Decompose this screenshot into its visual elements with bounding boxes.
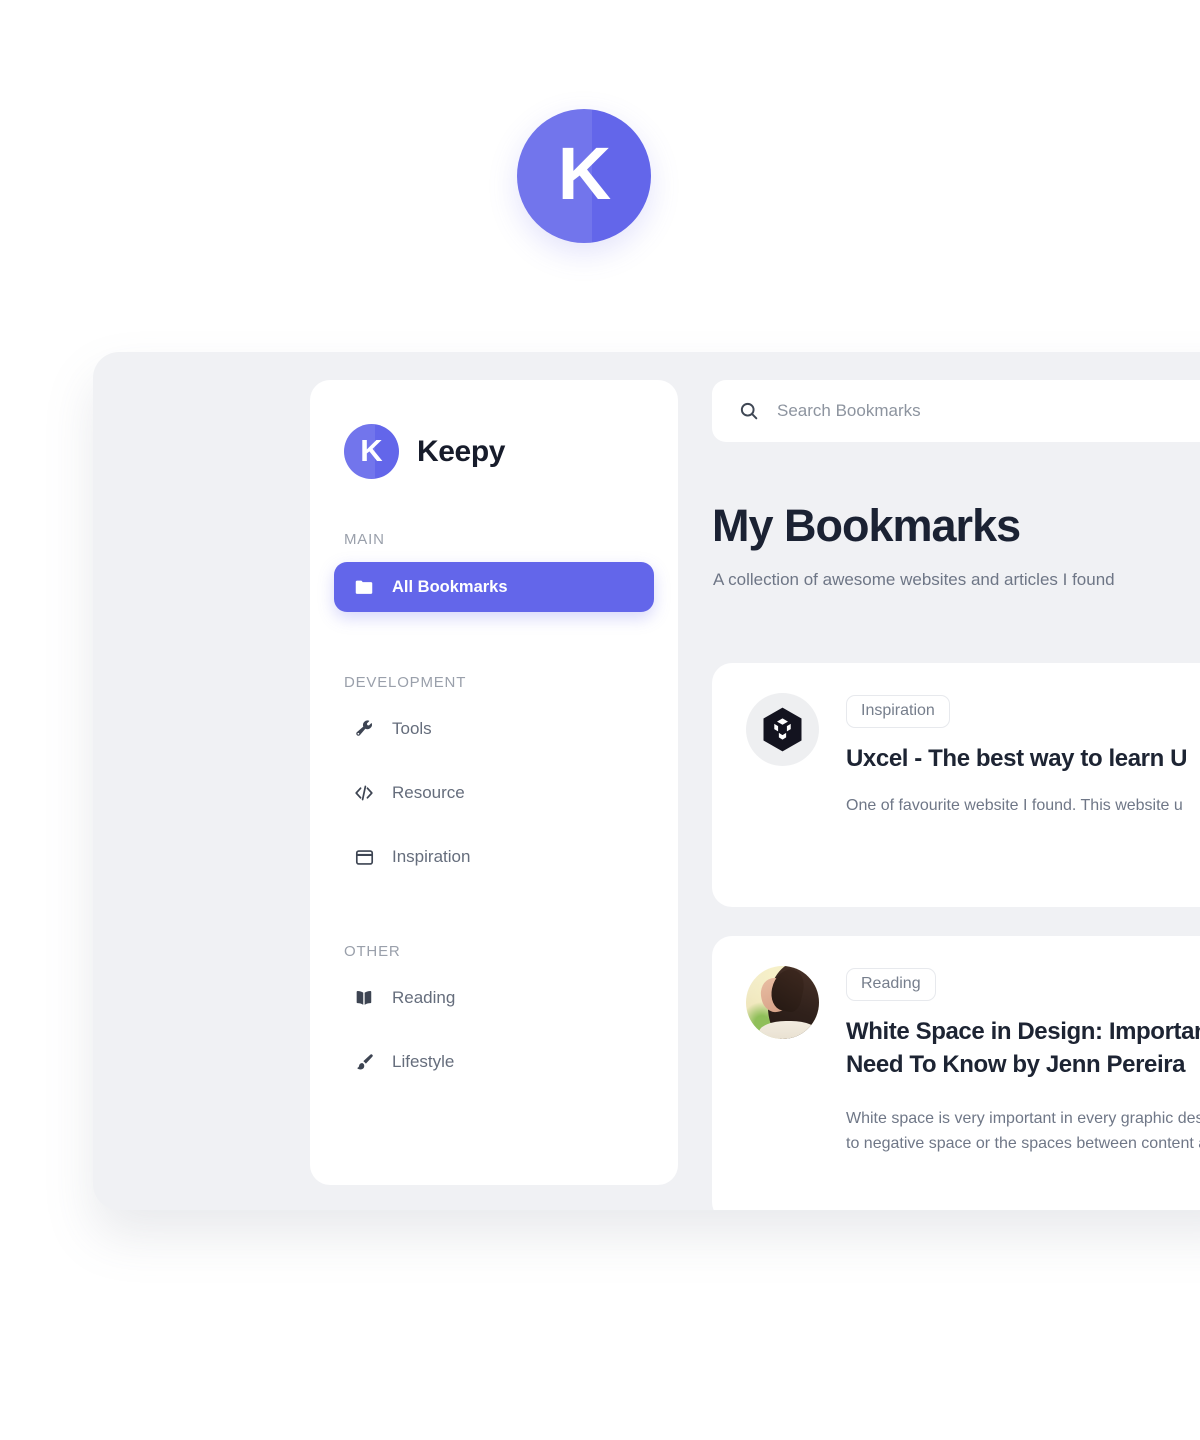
code-brackets-icon [352, 781, 376, 805]
nav-group-other: OTHER Reading Lifestyle [334, 943, 654, 1086]
brand-logo-icon: K [344, 424, 399, 479]
folder-icon [352, 575, 376, 599]
sidebar-item-label: Reading [392, 988, 456, 1007]
browser-window-icon [352, 845, 376, 869]
nav-group-label: DEVELOPMENT [344, 674, 467, 691]
search-input[interactable]: Search Bookmarks [777, 401, 921, 421]
bookmark-card[interactable]: Reading White Space in Design: Importanc… [712, 936, 1200, 1210]
sidebar-item-label: Lifestyle [392, 1052, 455, 1071]
sidebar-item-label: All Bookmarks [392, 577, 508, 596]
brand[interactable]: K Keepy [344, 424, 654, 479]
open-book-icon [352, 986, 376, 1010]
page-subtitle: A collection of awesome websites and art… [713, 570, 1115, 589]
sidebar: K Keepy MAIN All Bookmarks DEVELOPMENT T… [310, 380, 678, 1185]
bookmark-card-row: Reading White Space in Design: Importanc… [746, 966, 1200, 1157]
sidebar-item-label: Inspiration [392, 847, 471, 866]
brand-logo-letter: K [360, 433, 383, 468]
sidebar-item-inspiration[interactable]: Inspiration [334, 833, 654, 881]
bookmark-description: One of favourite website I found. This w… [846, 796, 1183, 814]
search-icon [738, 400, 760, 422]
nav-group-main: MAIN All Bookmarks [334, 531, 654, 612]
uxcel-hexagon-logo-icon [746, 693, 819, 766]
brand-name: Keepy [417, 434, 506, 468]
main-content: Search Bookmarks My Bookmarks A collecti… [712, 380, 1200, 1210]
app-window: K Keepy MAIN All Bookmarks DEVELOPMENT T… [93, 352, 1200, 1210]
sidebar-item-lifestyle[interactable]: Lifestyle [334, 1038, 654, 1086]
nav-group-development: DEVELOPMENT Tools Resource Inspiration [334, 674, 654, 881]
hero-logo-letter: K [557, 132, 611, 215]
bookmark-card[interactable]: Inspiration Uxcel - The best way to lear… [712, 663, 1200, 907]
sidebar-item-label: Resource [392, 783, 465, 802]
sidebar-item-all-bookmarks[interactable]: All Bookmarks [334, 562, 654, 612]
nav-group-label: MAIN [344, 531, 385, 548]
avatar [746, 966, 819, 1039]
bookmark-card-body: Reading White Space in Design: Importanc… [846, 966, 1200, 1157]
sidebar-item-reading[interactable]: Reading [334, 974, 654, 1022]
wrench-icon [352, 717, 376, 741]
bookmark-card-row: Inspiration Uxcel - The best way to lear… [746, 693, 1200, 818]
sidebar-item-label: Tools [392, 719, 432, 738]
search-bar[interactable]: Search Bookmarks [712, 380, 1200, 442]
status-badge[interactable]: Inspiration [846, 695, 950, 728]
status-badge[interactable]: Reading [846, 968, 936, 1001]
sidebar-item-resource[interactable]: Resource [334, 769, 654, 817]
page-title: My Bookmarks [712, 500, 1021, 551]
hexagon-glyph [763, 707, 802, 752]
bookmark-description: White space is very important in every g… [846, 1110, 1200, 1153]
nav-group-label: OTHER [344, 943, 401, 960]
avatar-shoulder [759, 1021, 818, 1039]
bookmark-card-body: Inspiration Uxcel - The best way to lear… [846, 693, 1187, 818]
paintbrush-icon [352, 1050, 376, 1074]
page-root: K K Keepy MAIN All Bookmarks DEVELOPMENT… [0, 0, 1200, 1440]
bookmark-title[interactable]: Uxcel - The best way to learn U [846, 743, 1187, 776]
hero-app-logo: K [517, 109, 651, 243]
sidebar-item-tools[interactable]: Tools [334, 705, 654, 753]
bookmark-title[interactable]: White Space in Design: Importance, Thing… [846, 1016, 1200, 1081]
